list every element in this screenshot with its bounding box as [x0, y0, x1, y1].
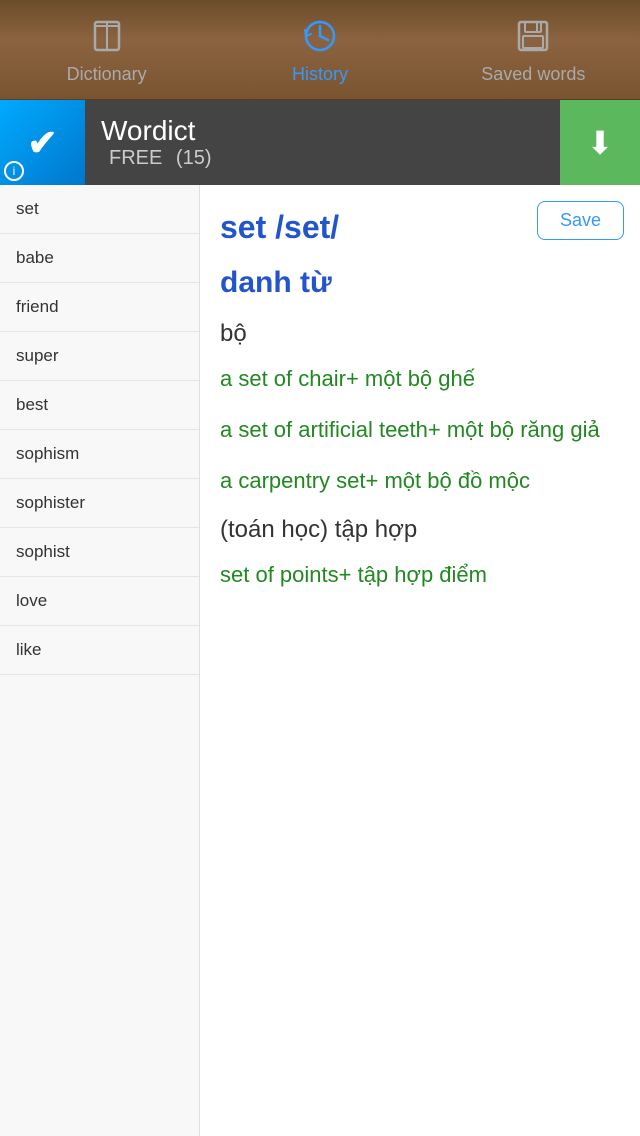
history-sidebar: set babe friend super best sophism sophi…: [0, 185, 200, 1136]
app-badge: FREE: [109, 147, 162, 169]
download-button[interactable]: ⬇: [560, 100, 640, 185]
list-item[interactable]: friend: [0, 283, 199, 332]
example-3: a carpentry set+ một bộ đồ mộc: [220, 466, 620, 497]
tab-history[interactable]: History: [213, 14, 426, 85]
list-item[interactable]: super: [0, 332, 199, 381]
word-content-area: Save set /set/ danh từ bộ a set of chair…: [200, 185, 640, 1136]
list-item[interactable]: babe: [0, 234, 199, 283]
list-item[interactable]: like: [0, 626, 199, 675]
definition-1: bộ: [220, 320, 620, 348]
list-item[interactable]: love: [0, 577, 199, 626]
book-icon: [85, 14, 129, 58]
save-button[interactable]: Save: [537, 201, 624, 240]
tab-saved-label: Saved words: [481, 64, 585, 85]
tab-dictionary-label: Dictionary: [67, 64, 147, 85]
app-logo: ✔ i: [0, 100, 85, 185]
app-count: (15): [176, 147, 212, 169]
example-2: a set of artificial teeth+ một bộ răng g…: [220, 415, 620, 446]
tab-bar: Dictionary History Saved words: [0, 0, 640, 100]
floppy-icon: [511, 14, 555, 58]
app-title: Wordict: [101, 115, 560, 147]
info-icon[interactable]: i: [4, 161, 24, 181]
logo-check: ✔: [27, 122, 57, 164]
pos-heading: danh từ: [220, 266, 620, 300]
example-1: a set of chair+ một bộ ghế: [220, 364, 620, 395]
tab-dictionary[interactable]: Dictionary: [0, 14, 213, 85]
definition-2: (toán học) tập hợp: [220, 516, 620, 544]
app-title-section: Wordict FREE (15): [85, 115, 560, 170]
app-subtitle: FREE (15): [101, 147, 560, 170]
list-item[interactable]: sophism: [0, 430, 199, 479]
download-icon: ⬇: [587, 124, 614, 162]
tab-history-label: History: [292, 64, 348, 85]
list-item[interactable]: set: [0, 185, 199, 234]
main-content: set babe friend super best sophism sophi…: [0, 185, 640, 1136]
list-item[interactable]: sophister: [0, 479, 199, 528]
clock-icon: [298, 14, 342, 58]
tab-saved[interactable]: Saved words: [427, 14, 640, 85]
list-item[interactable]: sophist: [0, 528, 199, 577]
list-item[interactable]: best: [0, 381, 199, 430]
example-4: set of points+ tập hợp điểm: [220, 560, 620, 591]
app-header: ✔ i Wordict FREE (15) ⬇: [0, 100, 640, 185]
